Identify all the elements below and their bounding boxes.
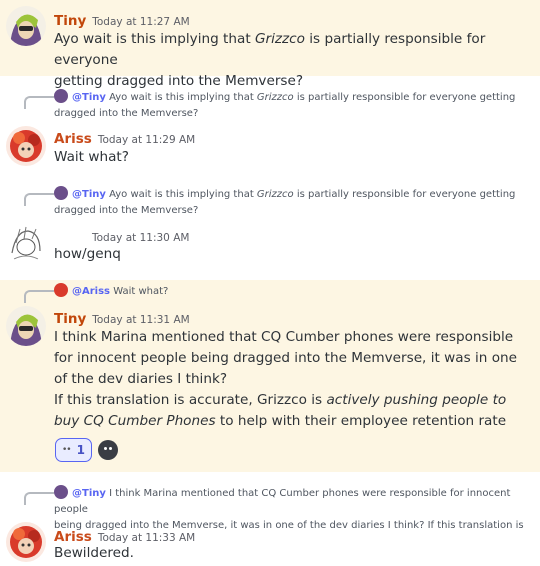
reply-connector: [24, 492, 54, 505]
message-1: Tiny Today at 11:27 AM Ayo wait is this i…: [0, 0, 540, 89]
reply-preview[interactable]: @Tiny Ayo wait is this implying that Gri…: [54, 186, 534, 219]
author-name[interactable]: Tiny: [54, 13, 86, 29]
timestamp: Today at 11:27 AM: [92, 16, 190, 28]
message-header: Tiny Today at 11:27 AM: [54, 10, 190, 29]
message-body: Ayo wait is this implying that Grizzco i…: [54, 31, 486, 89]
timestamp: Today at 11:29 AM: [97, 134, 196, 146]
eyes-emoji-icon: ••: [62, 445, 72, 455]
avatar-ariss[interactable]: [6, 522, 46, 562]
avatar-tiny-mini: [54, 89, 68, 103]
avatar-ariss[interactable]: [6, 126, 46, 166]
avatar-ariss-mini: [54, 283, 68, 297]
message-5: @Tiny I think Marina mentioned that CQ C…: [0, 482, 540, 566]
message-header: Today at 11:30 AM: [54, 226, 189, 245]
avatar-sketch[interactable]: [6, 223, 46, 263]
reaction-count: 1: [76, 443, 85, 457]
avatar-tiny-mini: [54, 186, 68, 200]
message-4: @Ariss Wait what? Tiny Today at 11:31 AM …: [0, 280, 540, 472]
message-body: Bewildered.: [54, 545, 134, 561]
timestamp: Today at 11:31 AM: [92, 314, 190, 326]
reactions-bar: •• 1: [55, 438, 118, 462]
message-body: how/genq: [54, 246, 121, 262]
reply-connector: [24, 193, 54, 206]
add-reaction-icon[interactable]: [97, 440, 118, 460]
reply-preview[interactable]: @Ariss Wait what?: [54, 283, 534, 300]
reply-connector: [24, 96, 54, 109]
avatar-tiny-mini: [54, 485, 68, 499]
timestamp: Today at 11:30 AM: [92, 232, 190, 244]
message-header: Tiny Today at 11:31 AM: [54, 308, 190, 327]
reply-preview[interactable]: @Tiny Ayo wait is this implying that Gri…: [54, 89, 534, 122]
message-2: @Tiny Ayo wait is this implying that Gri…: [0, 86, 540, 176]
reaction-eyes[interactable]: •• 1: [55, 438, 92, 462]
message-3: @Tiny Ayo wait is this implying that Gri…: [0, 183, 540, 271]
avatar-tiny[interactable]: [6, 306, 46, 346]
message-header: Ariss Today at 11:29 AM: [54, 128, 195, 147]
author-name[interactable]: Ariss: [54, 131, 92, 147]
reply-connector: [24, 290, 54, 303]
message-body: Wait what?: [54, 149, 129, 165]
message-body: I think Marina mentioned that CQ Cumber …: [54, 329, 517, 429]
author-name[interactable]: Tiny: [54, 311, 86, 327]
avatar-tiny[interactable]: [6, 6, 46, 46]
